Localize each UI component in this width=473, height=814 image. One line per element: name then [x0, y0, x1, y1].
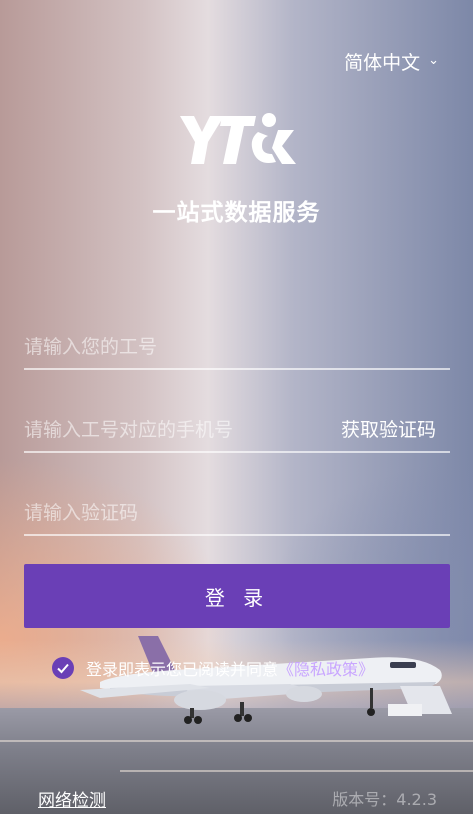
runway-line [0, 740, 473, 742]
tagline: 一站式数据服务 [152, 200, 321, 226]
check-icon [57, 663, 69, 674]
get-code-button[interactable]: 获取验证码 [341, 415, 450, 442]
employee-id-field[interactable]: 请输入您的工号 [24, 322, 450, 370]
runway-line [120, 770, 473, 772]
agreement-text: 登录即表示您已阅读并同意 [86, 660, 279, 679]
agreement-row: 登录即表示您已阅读并同意《隐私政策》 [52, 655, 374, 681]
phone-field[interactable]: 请输入工号对应的手机号 获取验证码 [24, 405, 450, 453]
login-button[interactable]: 登 录 [24, 564, 450, 628]
language-selector[interactable]: 简体中文 ⌄ [344, 48, 439, 74]
phone-placeholder: 请输入工号对应的手机号 [24, 418, 234, 441]
yto-logo [180, 113, 296, 164]
verification-code-placeholder: 请输入验证码 [24, 501, 139, 524]
privacy-policy-link[interactable]: 《隐私政策》 [278, 660, 374, 679]
version-label: 版本号：4.2.3 [332, 790, 437, 809]
network-check-link[interactable]: 网络检测 [38, 786, 106, 811]
language-label: 简体中文 [344, 51, 421, 74]
agreement-checkbox[interactable] [52, 657, 74, 679]
employee-id-placeholder: 请输入您的工号 [24, 335, 158, 358]
verification-code-field[interactable]: 请输入验证码 [24, 488, 450, 536]
chevron-down-icon: ⌄ [428, 52, 439, 68]
